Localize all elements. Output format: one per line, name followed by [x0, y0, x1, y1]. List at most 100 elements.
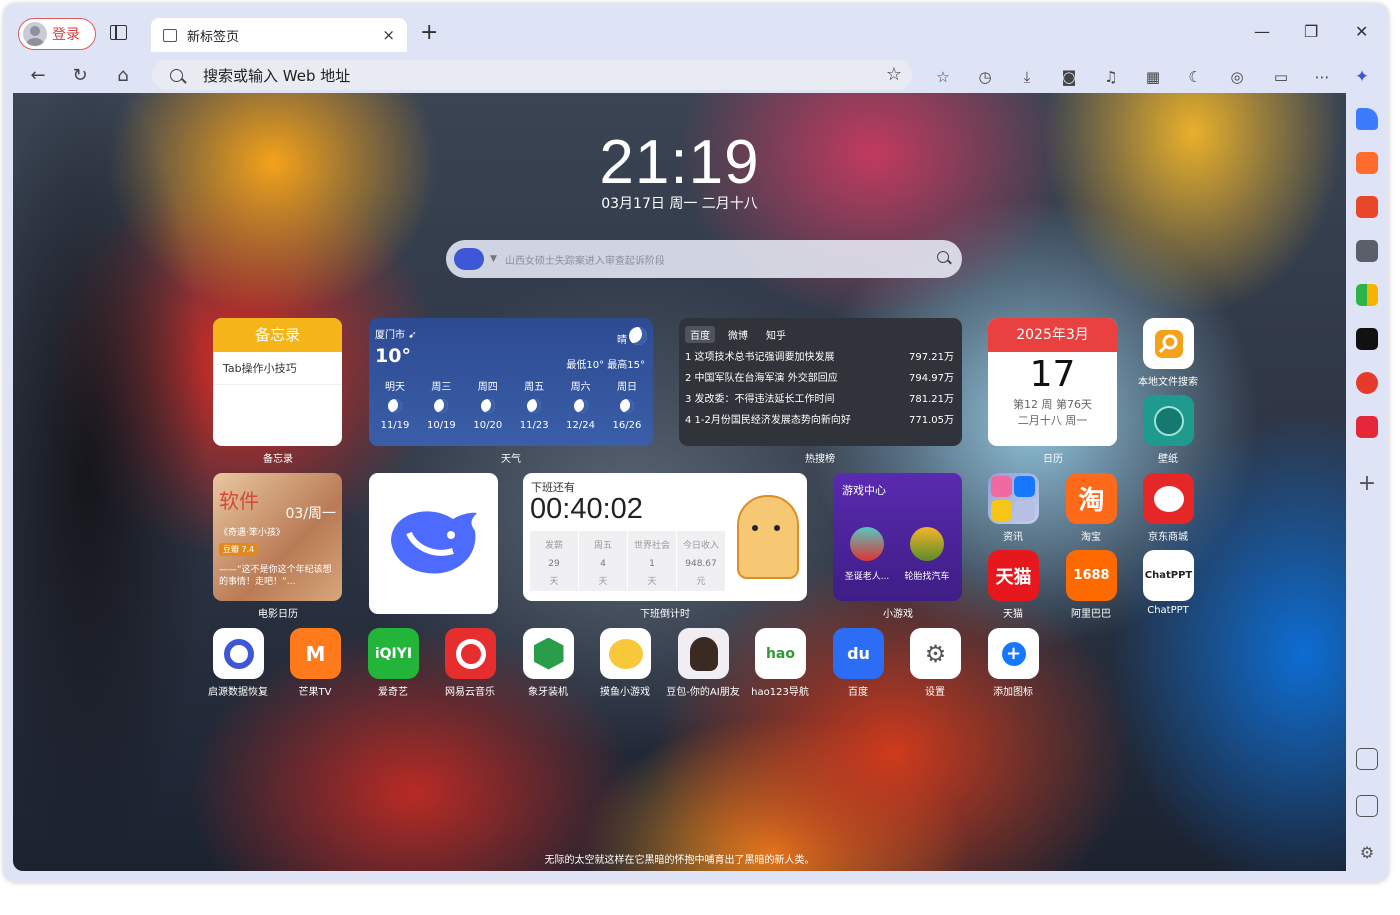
day-name: 周四 — [477, 382, 498, 393]
local-search-icon[interactable] — [1143, 318, 1194, 369]
calendar-day: 17 — [1029, 354, 1076, 395]
ring-icon — [223, 638, 254, 669]
weibo-icon[interactable] — [1356, 372, 1378, 394]
movie-rating: 豆瓣 7.4 — [219, 543, 259, 556]
day-date: 16/26 — [612, 420, 642, 431]
jd-icon[interactable] — [1143, 473, 1194, 524]
bottom-icon-label: 豆包-你的AI朋友 — [666, 687, 740, 698]
music-ring-icon — [455, 638, 486, 669]
tag-icon[interactable] — [1356, 108, 1378, 130]
game-center-widget[interactable]: 游戏中心 圣诞老人... 轮胎找汽车 — [833, 473, 962, 601]
apps-grid-icon[interactable] — [1356, 284, 1378, 306]
home-icon[interactable]: ⌂ — [111, 64, 135, 88]
toolbox-icon[interactable]: ▭ — [1272, 68, 1290, 86]
avatar-girl-icon — [689, 636, 718, 671]
movie-calendar-widget[interactable]: 软件 03/周一 《奇遇·笨小孩》 豆瓣 7.4 ——“这不是你这个年纪该想的事… — [213, 473, 342, 601]
notification-icon[interactable]: ♫ — [1102, 68, 1120, 86]
edge-icon[interactable]: ◎ — [1228, 68, 1246, 86]
hot-row[interactable]: 4 1-2月份国民经济发展态势向新向好 771.05万 — [685, 410, 954, 431]
add-sidebar-icon[interactable]: + — [1356, 473, 1378, 495]
memo-caption: 备忘录 — [263, 454, 293, 465]
hao123-icon[interactable]: hao — [755, 628, 806, 679]
calendar-caption: 日历 — [1043, 454, 1063, 465]
sidebar-gift-icon[interactable] — [1356, 748, 1378, 770]
more-icon[interactable]: ⋯ — [1313, 68, 1331, 86]
hot-row[interactable]: 2 中国军队在台海军演 外交部回应 794.97万 — [685, 368, 954, 389]
search-engine-logo-icon[interactable] — [454, 248, 484, 270]
countdown-widget[interactable]: 下班还有 00:40:02 发薪 29 天 周五 4 天 世界社会 1 天 今日收入 948.… — [523, 473, 807, 601]
browser-window: 登录 新标签页 × + — ❐ ✕ ← ↻ ⌂ 搜索或输入 Web 地址 ☆ ☆… — [4, 4, 1388, 882]
new-tab-button[interactable]: + — [420, 20, 438, 45]
qiyuan-recovery-icon[interactable] — [213, 628, 264, 679]
minimize-button[interactable]: — — [1254, 22, 1270, 41]
chevron-down-icon[interactable]: ▼ — [490, 254, 497, 264]
hot-tab-zhihu[interactable]: 知乎 — [761, 326, 791, 343]
powerpoint-icon[interactable] — [1356, 152, 1378, 174]
news-folder-icon[interactable] — [988, 473, 1039, 524]
maximize-button[interactable]: ❐ — [1304, 22, 1318, 41]
car-game-icon[interactable] — [910, 527, 944, 561]
search-box[interactable]: ▼ 山西女硕士失踪案进入审查起诉阶段 — [446, 240, 962, 278]
xiangya-icon[interactable] — [523, 628, 574, 679]
iqiyi-icon[interactable]: iQIYI — [368, 628, 419, 679]
chatppt-icon[interactable]: ChatPPT — [1143, 550, 1194, 601]
toolbox-icon[interactable] — [1356, 196, 1378, 218]
hot-row[interactable]: 1 这项技术总书记强调要加快发展 797.21万 — [685, 347, 954, 368]
baidu-icon[interactable]: du — [833, 628, 884, 679]
jd-label: 京东商城 — [1148, 532, 1188, 543]
weather-caption: 天气 — [501, 454, 521, 465]
day-name: 周五 — [524, 382, 545, 393]
wallpaper-icon[interactable] — [1143, 395, 1194, 446]
weather-widget[interactable]: 厦门市 ➹ 10° 晴 最低10° 最高15° 明天 11/19 周三 10/19 … — [369, 318, 653, 446]
tab-close-icon[interactable]: × — [382, 26, 395, 44]
refresh-icon[interactable]: ↻ — [68, 64, 92, 88]
weather-temp: 10° — [375, 345, 411, 367]
memo-widget[interactable]: 备忘录 Tab操作小技巧 — [213, 318, 342, 446]
calendar-lunar: 二月十八 周一 — [1017, 414, 1088, 427]
settings-icon[interactable]: ⚙ — [910, 628, 961, 679]
download-icon[interactable]: ⤓ — [1018, 68, 1036, 86]
hot-title: 3 发改委：不得违法延长工作时间 — [685, 394, 835, 405]
screenshot-icon[interactable]: ◙ — [1060, 68, 1078, 86]
login-button[interactable]: 登录 — [18, 18, 96, 50]
tiktok-icon[interactable] — [1356, 328, 1378, 350]
sidebar-settings-icon[interactable]: ⚙ — [1356, 842, 1378, 864]
bookmark-star-icon[interactable]: ☆ — [886, 64, 902, 85]
tmall-icon[interactable]: 天猫 — [988, 550, 1039, 601]
search-icon[interactable] — [937, 251, 949, 263]
calendar-widget[interactable]: 2025年3月 17 第12 周 第76天 二月十八 周一 — [988, 318, 1117, 446]
night-mode-icon[interactable]: ☾ — [1186, 68, 1204, 86]
history-icon[interactable]: ◷ — [976, 68, 994, 86]
tab-new-tab[interactable]: 新标签页 × — [151, 18, 407, 52]
address-bar[interactable]: 搜索或输入 Web 地址 ☆ — [152, 60, 912, 90]
hot-tab-baidu[interactable]: 百度 — [685, 326, 715, 343]
deepseek-widget[interactable] — [369, 473, 498, 614]
mango-tv-icon[interactable]: M — [290, 628, 341, 679]
movie-title: 软件 — [219, 489, 259, 513]
hot-tab-weibo[interactable]: 微博 — [723, 326, 753, 343]
close-window-button[interactable]: ✕ — [1355, 22, 1368, 41]
bottom-icon-label: 象牙装机 — [528, 687, 568, 698]
sidebar-panel-icon[interactable] — [1356, 795, 1378, 817]
vertical-tabs-icon[interactable] — [110, 25, 127, 40]
back-icon[interactable]: ← — [26, 64, 50, 88]
chess-icon[interactable] — [1356, 240, 1378, 262]
hot-search-widget[interactable]: 百度 微博 知乎 1 这项技术总书记强调要加快发展 797.21万 2 中国军队在… — [679, 318, 962, 446]
alibaba-icon[interactable]: 1688 — [1066, 550, 1117, 601]
santa-game-icon[interactable] — [850, 527, 884, 561]
game-caption: 小游戏 — [883, 609, 913, 620]
netease-music-icon[interactable] — [445, 628, 496, 679]
red-app-icon[interactable] — [1356, 416, 1378, 438]
favorites-icon[interactable]: ☆ — [934, 68, 952, 86]
countdown-stat: 周五 4 天 — [579, 531, 627, 591]
add-icon-button[interactable]: + — [988, 628, 1039, 679]
taobao-icon[interactable]: 淘 — [1066, 473, 1117, 524]
fish-game-icon[interactable] — [600, 628, 651, 679]
stat-unit: 元 — [696, 577, 706, 587]
forecast-day: 周三 10/19 — [421, 378, 461, 431]
search-icon — [170, 68, 183, 82]
memo-item[interactable]: Tab操作小技巧 — [213, 352, 342, 385]
doubao-icon[interactable] — [678, 628, 729, 679]
apps-icon[interactable]: ▦ — [1144, 68, 1162, 86]
hot-row[interactable]: 3 发改委：不得违法延长工作时间 781.21万 — [685, 389, 954, 410]
